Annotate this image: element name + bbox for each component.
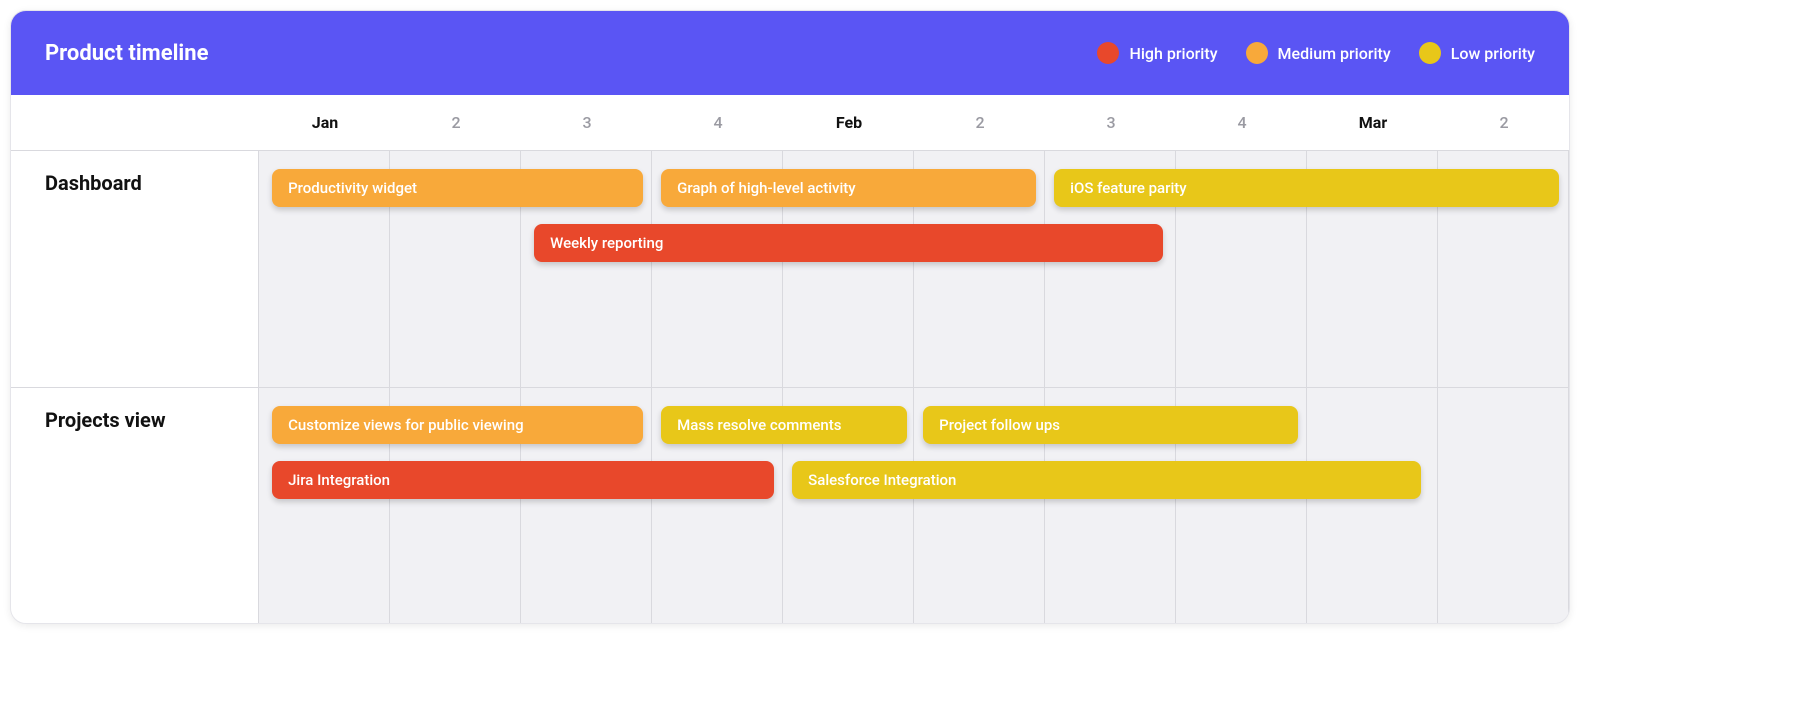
timeline-column-label: 3 (1045, 95, 1176, 150)
timeline-bar-label: Project follow ups (939, 416, 1060, 434)
priority-legend: High priority Medium priority Low priori… (1097, 42, 1535, 64)
timeline-bar-label: Salesforce Integration (808, 471, 956, 489)
timeline-bar-label: iOS feature parity (1070, 179, 1186, 197)
timeline-bar[interactable]: Jira Integration (272, 461, 774, 499)
legend-item-low: Low priority (1419, 42, 1535, 64)
timeline-bar[interactable]: iOS feature parity (1054, 169, 1558, 207)
priority-dot-low-icon (1419, 42, 1441, 64)
row-grid: Productivity widget Graph of high-level a… (259, 151, 1569, 387)
timeline-column-label: 4 (652, 95, 783, 150)
timeline-column-label: 3 (521, 95, 652, 150)
timeline-column-label: Feb (783, 95, 914, 150)
timeline-column-label: Jan (259, 95, 390, 150)
timeline-column-label: 2 (1438, 95, 1569, 150)
legend-item-high: High priority (1097, 42, 1217, 64)
product-timeline-card: Product timeline High priority Medium pr… (10, 10, 1570, 624)
timeline-bar[interactable]: Graph of high-level activity (661, 169, 1036, 207)
timeline-bar[interactable]: Project follow ups (923, 406, 1298, 444)
timeline-bar[interactable]: Productivity widget (272, 169, 643, 207)
grid-cell (1307, 388, 1438, 623)
timeline-bar[interactable]: Mass resolve comments (661, 406, 907, 444)
priority-dot-medium-icon (1246, 42, 1268, 64)
timeline-bar-label: Weekly reporting (550, 234, 663, 252)
legend-label: Medium priority (1278, 44, 1391, 63)
row-label: Dashboard (11, 151, 259, 387)
timeline-bar-label: Customize views for public viewing (288, 416, 524, 434)
timeline-header: Product timeline High priority Medium pr… (11, 11, 1569, 95)
legend-item-medium: Medium priority (1246, 42, 1391, 64)
row-grid: Customize views for public viewing Mass r… (259, 388, 1569, 623)
row-label-spacer (11, 95, 259, 150)
timeline-row-dashboard: Dashboard Productivity widget Graph of hig… (11, 151, 1569, 387)
timeline-bar-label: Productivity widget (288, 179, 417, 197)
timeline-column-header: Jan234Feb234Mar2 (11, 95, 1569, 151)
timeline-bar-label: Jira Integration (288, 471, 390, 489)
row-label: Projects view (11, 388, 259, 623)
grid-cell (1438, 388, 1569, 623)
page-title: Product timeline (45, 41, 208, 66)
timeline-column-label: 4 (1176, 95, 1307, 150)
timeline-column-label: 2 (390, 95, 521, 150)
legend-label: High priority (1129, 44, 1217, 63)
timeline-bar[interactable]: Customize views for public viewing (272, 406, 643, 444)
timeline-row-projects-view: Projects viewCustomize views for public … (11, 387, 1569, 623)
timeline-bar-label: Mass resolve comments (677, 416, 841, 434)
timeline-columns: Jan234Feb234Mar2 (259, 95, 1569, 150)
timeline-column-label: Mar (1307, 95, 1438, 150)
timeline-body: Dashboard Productivity widget Graph of hig… (11, 151, 1569, 623)
timeline-bar[interactable]: Weekly reporting (534, 224, 1163, 262)
timeline-bar[interactable]: Salesforce Integration (792, 461, 1421, 499)
timeline-bar-label: Graph of high-level activity (677, 179, 856, 197)
priority-dot-high-icon (1097, 42, 1119, 64)
timeline-column-label: 2 (914, 95, 1045, 150)
legend-label: Low priority (1451, 44, 1535, 63)
